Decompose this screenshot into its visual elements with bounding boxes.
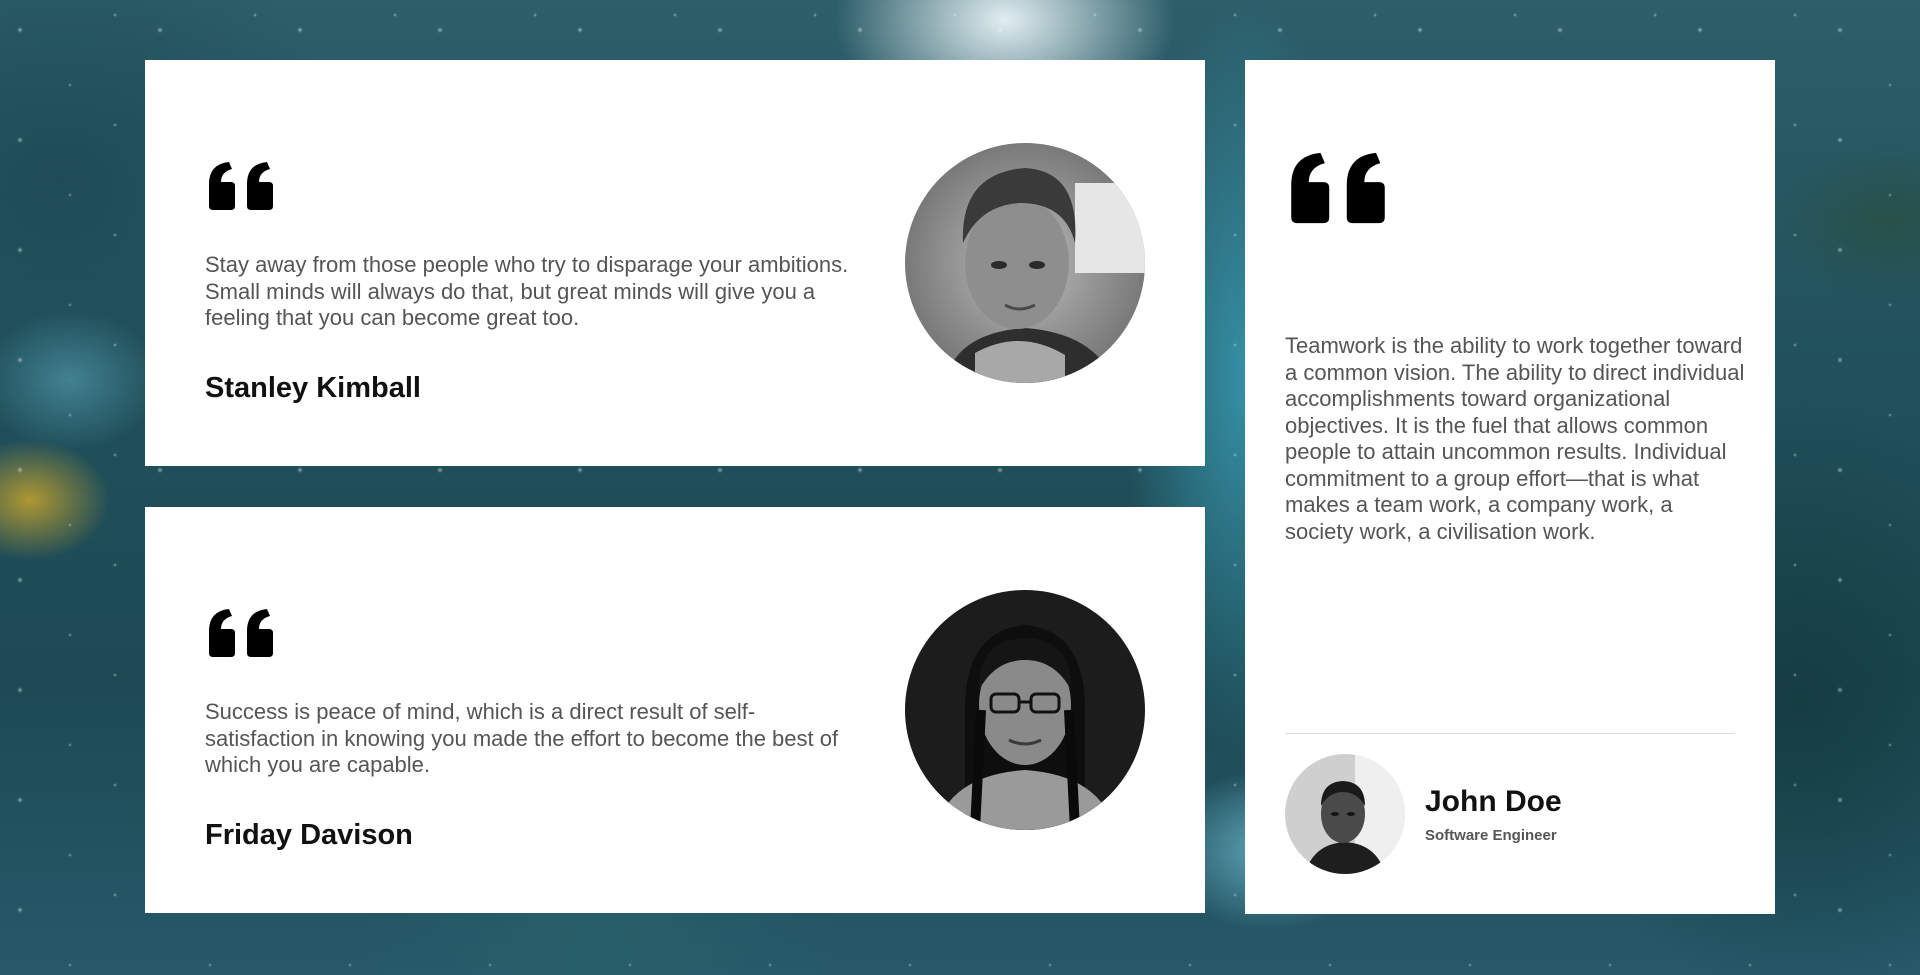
testimonial-quote: Success is peace of mind, which is a dir… bbox=[205, 699, 839, 777]
testimonial-author: Friday Davison bbox=[205, 819, 413, 851]
author-avatar bbox=[905, 143, 1145, 383]
featured-quote: Teamwork is the ability to work together… bbox=[1285, 333, 1745, 544]
double-quote-icon bbox=[1291, 152, 1385, 224]
divider bbox=[1285, 733, 1735, 734]
testimonial-quote: Stay away from those people who try to d… bbox=[205, 252, 849, 330]
featured-author-name: John Doe bbox=[1425, 785, 1562, 818]
featured-author-info: John Doe Software Engineer bbox=[1425, 785, 1562, 845]
featured-author-role: Software Engineer bbox=[1425, 827, 1557, 844]
double-quote-icon bbox=[209, 609, 273, 657]
testimonial-card-friday-davison: Success is peace of mind, which is a dir… bbox=[145, 507, 1205, 913]
author-avatar bbox=[905, 590, 1145, 830]
author-avatar bbox=[1285, 754, 1405, 874]
testimonial-card-stanley-kimball: Stay away from those people who try to d… bbox=[145, 60, 1205, 466]
double-quote-icon bbox=[209, 162, 273, 210]
featured-testimonial-card: Teamwork is the ability to work together… bbox=[1245, 60, 1775, 914]
testimonial-author: Stanley Kimball bbox=[205, 372, 421, 404]
